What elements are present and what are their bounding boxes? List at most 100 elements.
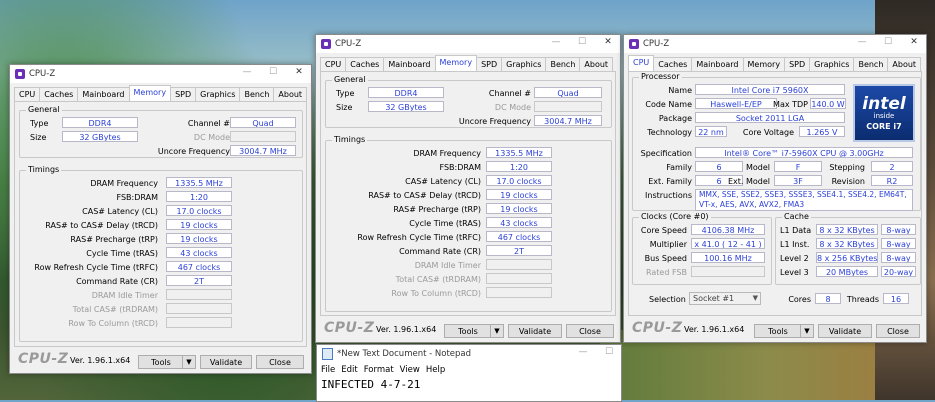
menu-format[interactable]: Format (364, 365, 394, 375)
tab-caches[interactable]: Caches (653, 57, 693, 71)
cpuz-logo: CPU-Z (632, 320, 683, 336)
type-label: Type (336, 89, 355, 98)
cache-way: 8-way (881, 252, 916, 263)
menu-edit[interactable]: Edit (341, 365, 357, 375)
tab-cpu[interactable]: CPU (320, 57, 347, 71)
tab-mainboard[interactable]: Mainboard (691, 57, 744, 71)
dropdown-arrow-icon[interactable]: ▼ (800, 325, 813, 337)
notepad-window: *New Text Document - Notepad — ☐ File Ed… (316, 344, 622, 402)
tab-memory[interactable]: Memory (742, 57, 786, 71)
family-value: 6 (695, 161, 743, 172)
tab-bench[interactable]: Bench (545, 57, 581, 71)
socket-select[interactable]: Socket #1 ▼ (689, 292, 761, 305)
threads-label: Threads (846, 295, 879, 304)
dropdown-arrow-icon[interactable]: ▼ (182, 356, 195, 368)
tab-about[interactable]: About (579, 57, 614, 71)
minimize-icon[interactable]: — (550, 37, 562, 47)
timing-label: Total CAS# (tRDRAM) (72, 305, 158, 314)
tab-cpu[interactable]: CPU (14, 87, 41, 101)
name-value: Intel Core i7 5960X (695, 84, 845, 95)
timing-value: 1:20 (486, 161, 552, 172)
timing-label: RAS# to CAS# Delay (tRCD) (45, 221, 158, 230)
tab-memory[interactable]: Memory (434, 55, 478, 72)
title-bar[interactable]: CPU-Z — ☐ ✕ (316, 35, 620, 53)
tab-bench[interactable]: Bench (853, 57, 889, 71)
tab-graphics[interactable]: Graphics (501, 57, 547, 71)
close-icon[interactable]: ✕ (602, 37, 614, 47)
validate-button[interactable]: Validate (818, 324, 872, 338)
timing-label: DRAM Idle Timer (91, 291, 158, 300)
group-label: Timings (332, 135, 368, 144)
timing-value: 19 clocks (486, 189, 552, 200)
minimize-icon[interactable]: — (577, 347, 589, 357)
menu-view[interactable]: View (400, 365, 420, 375)
cache-label: L1 Data (780, 226, 812, 235)
window-title: CPU-Z (643, 39, 670, 49)
validate-button[interactable]: Validate (508, 324, 562, 338)
tab-mainboard[interactable]: Mainboard (77, 87, 130, 101)
tools-button[interactable]: Tools ▼ (754, 324, 814, 338)
bus-speed-label: Bus Speed (644, 254, 687, 263)
tab-caches[interactable]: Caches (345, 57, 385, 71)
tab-memory[interactable]: Memory (128, 85, 172, 102)
timing-label: FSB:DRAM (439, 163, 482, 172)
multiplier-value: x 41.0 ( 12 - 41 ) (691, 238, 765, 249)
tab-caches[interactable]: Caches (39, 87, 79, 101)
maximize-icon[interactable]: ☐ (603, 347, 615, 357)
title-bar[interactable]: CPU-Z — ☐ ✕ (10, 65, 311, 83)
tab-mainboard[interactable]: Mainboard (383, 57, 436, 71)
tab-spd[interactable]: SPD (170, 87, 197, 101)
tab-spd[interactable]: SPD (784, 57, 811, 71)
title-bar[interactable]: *New Text Document - Notepad — ☐ (317, 345, 621, 363)
tab-graphics[interactable]: Graphics (809, 57, 855, 71)
tab-bench[interactable]: Bench (239, 87, 275, 101)
core-voltage-value: 1.265 V (799, 126, 845, 137)
cpuz-logo: CPU-Z (18, 351, 69, 367)
cores-value: 8 (815, 293, 841, 304)
close-icon[interactable]: ✕ (293, 67, 305, 77)
close-button[interactable]: Close (256, 355, 304, 369)
cache-size: 8 x 256 KBytes (816, 252, 878, 263)
tab-about[interactable]: About (887, 57, 922, 71)
close-icon[interactable]: ✕ (908, 37, 920, 47)
close-button[interactable]: Close (876, 324, 920, 338)
minimize-icon[interactable]: — (241, 67, 253, 77)
tab-about[interactable]: About (273, 87, 308, 101)
instructions-value: MMX, SSE, SSE2, SSE3, SSSE3, SSE4.1, SSE… (695, 189, 913, 211)
tools-button[interactable]: Tools ▼ (138, 355, 196, 369)
tab-spd[interactable]: SPD (476, 57, 503, 71)
close-button[interactable]: Close (566, 324, 614, 338)
tab-cpu[interactable]: CPU (628, 55, 655, 72)
cpuz-app-icon (321, 39, 331, 49)
minimize-icon[interactable]: — (856, 37, 868, 47)
dropdown-arrow-icon[interactable]: ▼ (490, 325, 503, 337)
selection-row: Selection Socket #1 ▼ Cores 8 Threads 16 (629, 292, 921, 310)
menu-file[interactable]: File (321, 365, 335, 375)
timing-value: 2T (486, 245, 552, 256)
text-area[interactable]: INFECTED 4-7-21 (317, 376, 621, 393)
tools-button[interactable]: Tools ▼ (444, 324, 504, 338)
title-bar[interactable]: CPU-Z — ☐ ✕ (624, 35, 926, 53)
window-title: *New Text Document - Notepad (337, 349, 472, 359)
timing-value (166, 317, 232, 328)
instructions-label: Instructions (645, 191, 692, 200)
timing-label: RAS# Precharge (tRP) (70, 235, 158, 244)
maximize-icon[interactable]: ☐ (576, 37, 588, 47)
validate-button[interactable]: Validate (200, 355, 252, 369)
maximize-icon[interactable]: ☐ (267, 67, 279, 77)
uncore-value: 3004.7 MHz (534, 115, 602, 126)
revision-label: Revision (831, 177, 865, 186)
group-label: General (332, 75, 368, 84)
maximize-icon[interactable]: ☐ (882, 37, 894, 47)
cpuz-app-icon (15, 69, 25, 79)
timing-label: Cycle Time (tRAS) (409, 219, 481, 228)
footer: CPU-Z Ver. 1.96.1.x64 Tools ▼ Validate Cl… (624, 318, 926, 342)
cache-group: Cache L1 Data 8 x 32 KBytes 8-way L1 Ins… (775, 212, 921, 285)
footer: CPU-Z Ver. 1.96.1.x64 Tools ▼ Validate Cl… (316, 318, 620, 342)
core-voltage-label: Core Voltage (742, 128, 794, 137)
stepping-label: Stepping (829, 163, 865, 172)
timings-group: Timings DRAM Frequency 1335.5 MHz FSB:DR… (325, 135, 612, 312)
tab-graphics[interactable]: Graphics (195, 87, 241, 101)
cache-size: 8 x 32 KBytes (816, 238, 878, 249)
menu-help[interactable]: Help (426, 365, 445, 375)
